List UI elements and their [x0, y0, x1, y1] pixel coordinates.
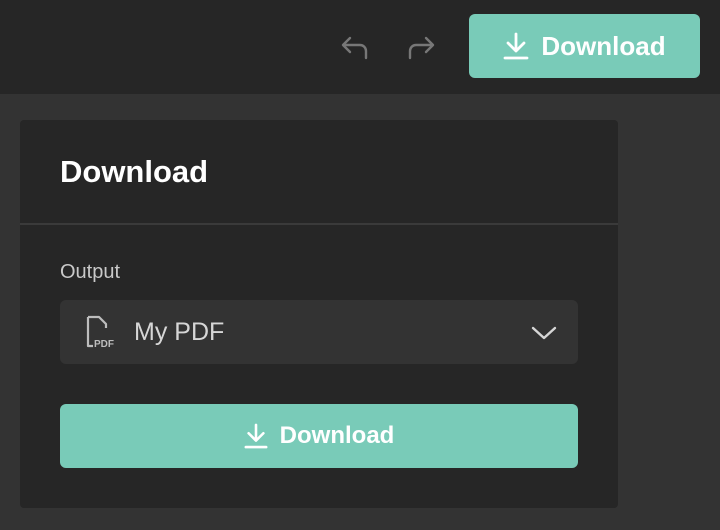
panel-title: Download [60, 154, 209, 189]
output-label: Output [60, 261, 121, 283]
undo-icon [341, 36, 368, 60]
download-button-label: Download [279, 422, 395, 449]
output-select-value: My PDF [134, 317, 225, 346]
download-button[interactable]: Download [60, 404, 578, 468]
chevron-down-icon [530, 319, 558, 347]
redo-button[interactable] [402, 28, 442, 68]
top-download-label: Download [541, 30, 666, 61]
top-toolbar: Download [0, 0, 720, 94]
pdf-file-icon: PDF [86, 315, 114, 350]
top-download-button[interactable]: Download [469, 14, 700, 78]
download-icon [244, 423, 268, 449]
redo-icon [408, 36, 435, 60]
download-panel: Download Output PDF My PDF Download [20, 120, 618, 508]
output-select[interactable]: PDF My PDF [60, 300, 578, 364]
svg-text:PDF: PDF [94, 339, 114, 350]
panel-header: Download [20, 120, 618, 225]
undo-button[interactable] [334, 28, 374, 68]
download-icon [503, 32, 529, 60]
